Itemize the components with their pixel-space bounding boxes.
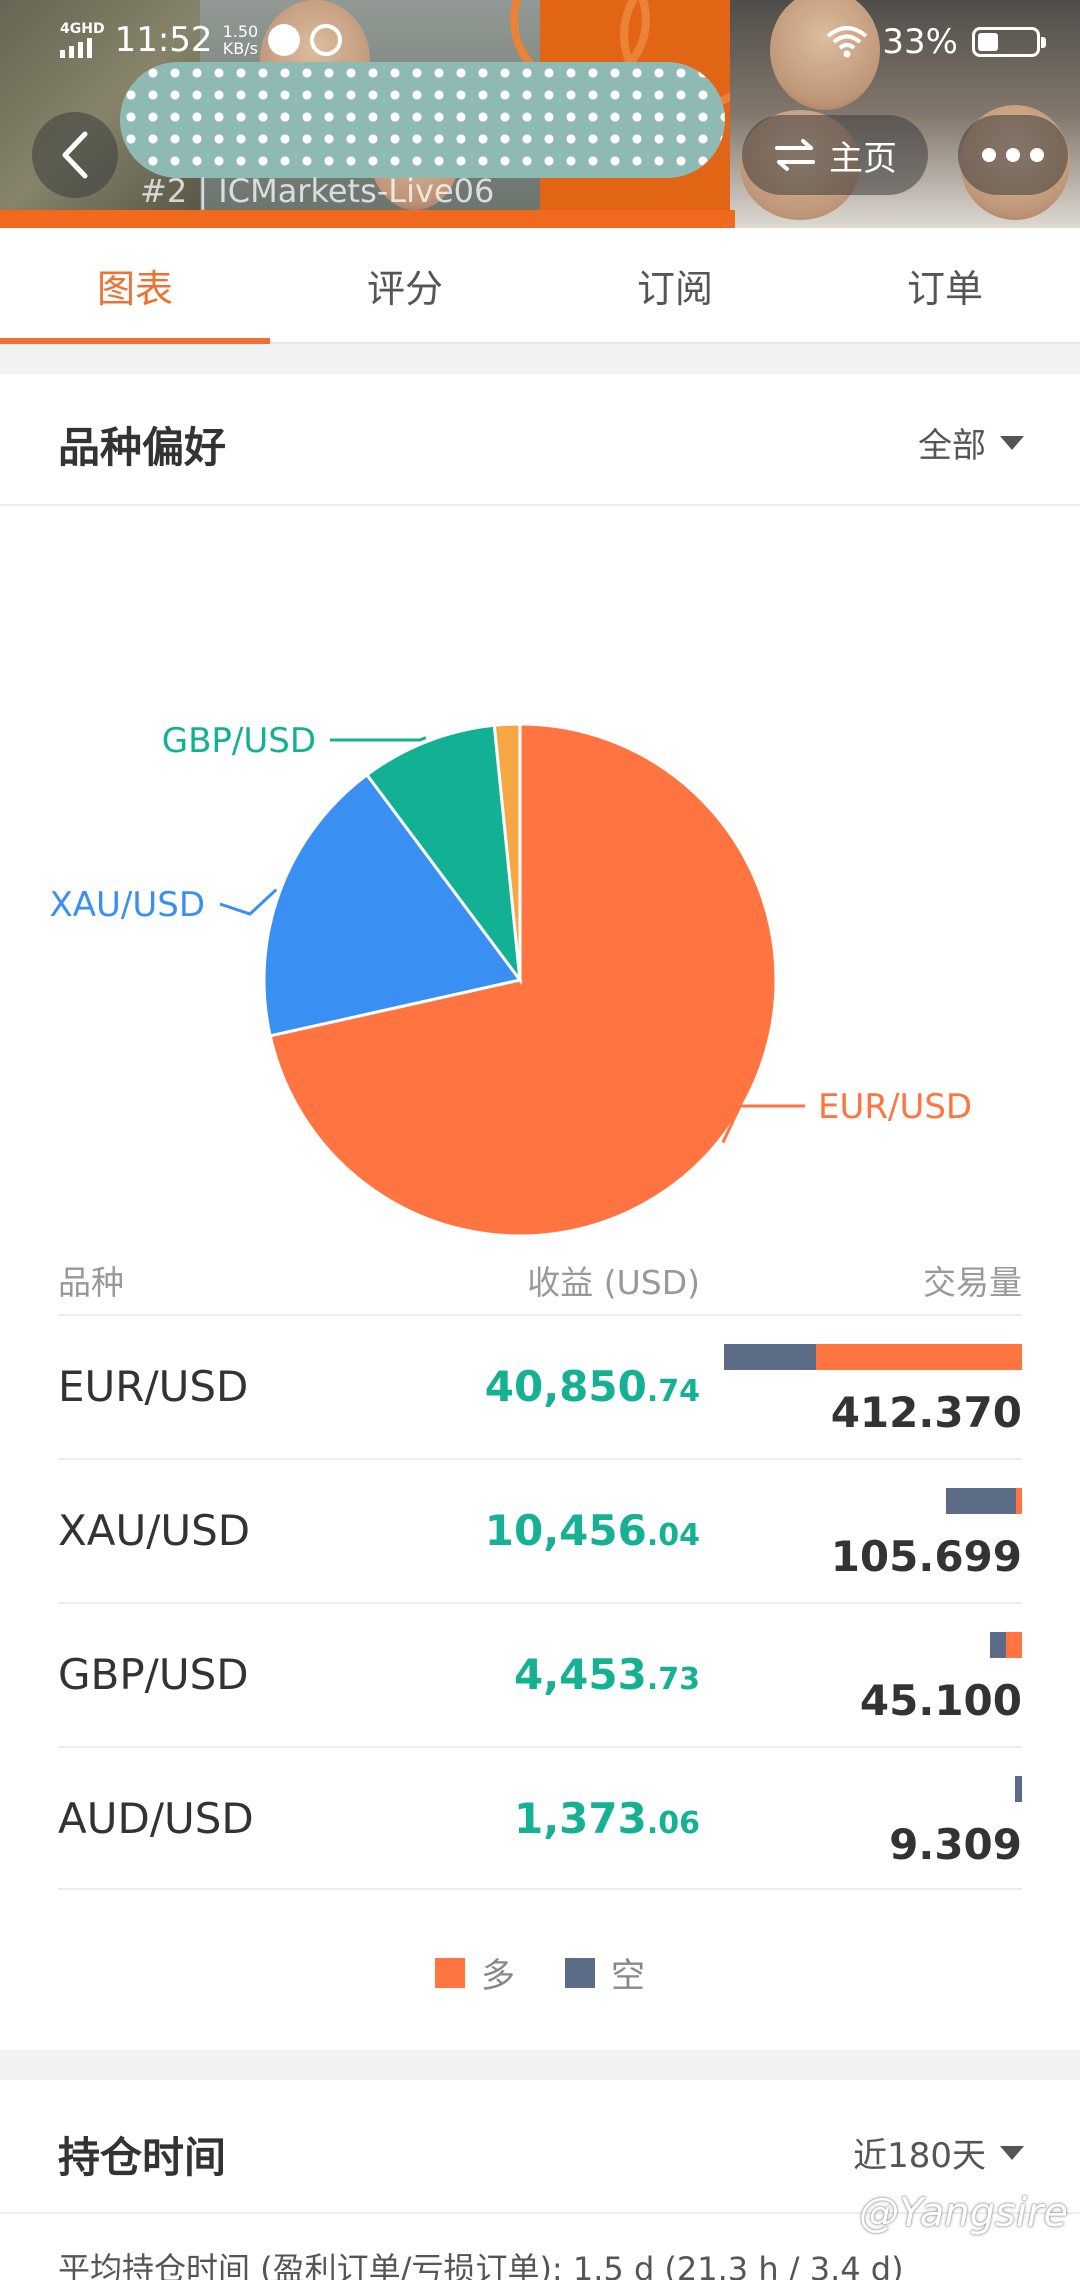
- card-header: 品种偏好 全部: [0, 374, 1080, 506]
- volume-value: 9.309: [889, 1820, 1022, 1869]
- pie-label: GBP/USD: [162, 721, 316, 761]
- home-label: 主页: [829, 138, 897, 179]
- card-title: 品种偏好: [58, 423, 227, 472]
- period-filter-dropdown[interactable]: 近180天: [853, 2128, 1024, 2177]
- table-row[interactable]: XAU/USD 10,456.04 105.699: [58, 1458, 1022, 1602]
- symbol-name: AUD/USD: [58, 1794, 254, 1843]
- tab-subscribe[interactable]: 订阅: [540, 228, 810, 342]
- battery-icon: [972, 27, 1046, 57]
- watermark: @Yangsire: [858, 2190, 1068, 2236]
- volume-value: 105.699: [830, 1532, 1022, 1581]
- short-segment: [724, 1344, 817, 1370]
- long-segment: [1005, 1632, 1022, 1658]
- col-profit: 收益 (USD): [527, 1263, 700, 1302]
- fan-icon: [310, 24, 343, 56]
- short-segment: [989, 1632, 1006, 1658]
- more-dots-icon: [982, 148, 996, 162]
- battery-percent: 33%: [882, 22, 958, 62]
- symbol-table: EUR/USD 40,850.74 412.370 XAU/USD 10,456…: [58, 1314, 1022, 1890]
- caret-down-icon: [1000, 2145, 1024, 2160]
- signal-icon: [60, 36, 105, 58]
- header-accent-bar: [0, 210, 735, 228]
- redaction-scribble: [120, 62, 725, 178]
- long-segment: [1015, 1488, 1022, 1514]
- network-type: 4GHD: [60, 21, 105, 37]
- volume-bar: [989, 1632, 1022, 1658]
- filter-label: 近180天: [853, 2136, 986, 2176]
- col-volume: 交易量: [923, 1263, 1022, 1302]
- profile-header: 4GHD 11:52 1.50 KB/s 33% #2 | ICMarkets-…: [0, 0, 1080, 228]
- tab-chart[interactable]: 图表: [0, 228, 270, 344]
- profit-value: 40,850.74: [484, 1362, 700, 1411]
- wifi-icon: [827, 26, 868, 58]
- net-speed: 1.50 KB/s: [222, 22, 259, 58]
- symbol-preference-card: 品种偏好 全部 EUR/USD XAU/USD GBP/USD 品种 收益 (USD…: [0, 374, 1080, 2050]
- chevron-left-icon: [62, 131, 88, 179]
- account-label: #2 | ICMarkets-Live06: [140, 172, 495, 210]
- long-segment: [816, 1344, 1022, 1370]
- home-button[interactable]: 主页: [742, 115, 928, 195]
- short-segment: [945, 1488, 1016, 1514]
- volume-value: 412.370: [830, 1388, 1022, 1437]
- back-button[interactable]: [32, 112, 118, 198]
- volume-bar: [945, 1488, 1022, 1514]
- legend-short: 空: [565, 1948, 645, 1997]
- clock-app-icon: [268, 24, 301, 56]
- filter-label: 全部: [918, 426, 986, 466]
- col-symbol: 品种: [58, 1263, 124, 1302]
- avg-holding-text: 平均持仓时间 (盈利订单/亏损订单): 1.5 d (21.3 h / 3.4 …: [58, 2250, 904, 2280]
- symbol-name: GBP/USD: [58, 1650, 249, 1699]
- profit-value: 4,453.73: [513, 1650, 700, 1699]
- clock: 11:52: [114, 20, 213, 60]
- volume-bar: [724, 1344, 1022, 1370]
- table-row[interactable]: AUD/USD 1,373.06 9.309: [58, 1746, 1022, 1890]
- pie-label: EUR/USD: [818, 1087, 972, 1127]
- pie-leader-line: [219, 888, 278, 916]
- holding-time-card: 持仓时间 近180天 平均持仓时间 (盈利订单/亏损订单): 1.5 d (21…: [0, 2080, 1080, 2280]
- bar-legend: 多 空: [0, 1948, 1080, 1997]
- table-row[interactable]: EUR/USD 40,850.74 412.370: [58, 1314, 1022, 1458]
- range-filter-dropdown[interactable]: 全部: [918, 418, 1024, 467]
- tab-orders[interactable]: 订单: [810, 228, 1080, 342]
- profit-value: 10,456.04: [484, 1506, 700, 1555]
- symbol-name: EUR/USD: [58, 1362, 249, 1411]
- tab-rating[interactable]: 评分: [270, 228, 540, 342]
- pie-label: XAU/USD: [49, 885, 205, 925]
- switch-icon: [775, 139, 815, 171]
- volume-value: 45.100: [859, 1676, 1022, 1725]
- volume-bar: [1015, 1776, 1022, 1802]
- legend-swatch-short: [565, 1957, 595, 1988]
- tab-bar: 图表 评分 订阅 订单: [0, 228, 1080, 344]
- legend-long: 多: [435, 1948, 515, 1997]
- card-title: 持仓时间: [58, 2133, 227, 2182]
- more-button[interactable]: [958, 115, 1068, 195]
- table-row[interactable]: GBP/USD 4,453.73 45.100: [58, 1602, 1022, 1746]
- profit-value: 1,373.06: [513, 1794, 700, 1843]
- short-segment: [1015, 1776, 1022, 1802]
- legend-swatch-long: [435, 1957, 465, 1988]
- pie-leader-line: [330, 736, 427, 742]
- caret-down-icon: [1000, 435, 1024, 450]
- symbol-name: XAU/USD: [58, 1506, 251, 1555]
